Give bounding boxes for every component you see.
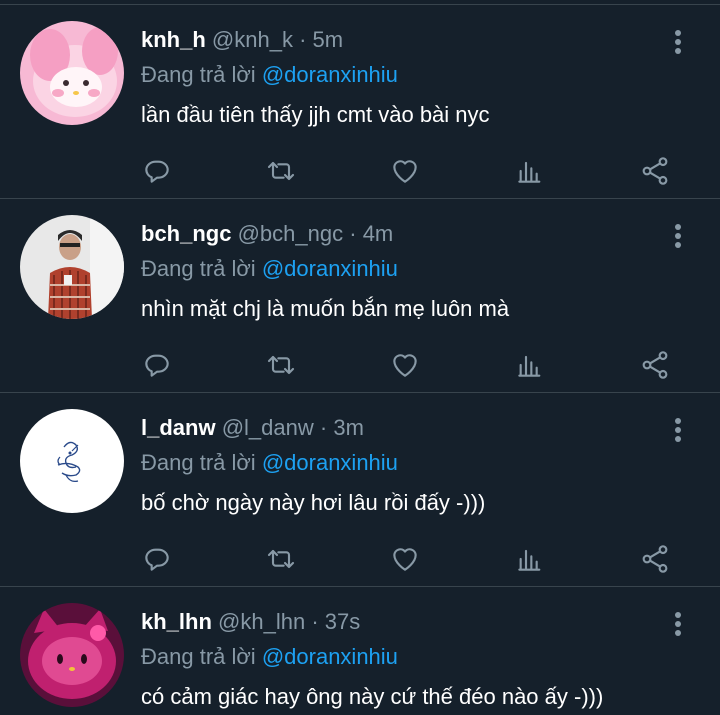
analytics-icon[interactable] [510, 345, 550, 385]
action-bar [137, 151, 677, 191]
replying-to: Đang trả lời @doranxinhiu [141, 60, 398, 90]
separator: · [311, 609, 319, 634]
separator: · [319, 415, 328, 440]
replying-to-label: Đang trả lời [141, 62, 256, 87]
tweet[interactable]: bch_ngc @bch_ngc · 4m Đang trả lời @dora… [0, 198, 720, 391]
separator: · [349, 221, 357, 246]
reply-icon[interactable] [137, 151, 177, 191]
analytics-icon[interactable] [510, 539, 550, 579]
tweet-header: kh_lhn @kh_lhn · 37s [141, 607, 360, 637]
display-name[interactable]: knh_h [141, 27, 206, 52]
mention-link[interactable]: @doranxinhiu [262, 256, 398, 281]
avatar[interactable] [20, 215, 124, 319]
share-icon[interactable] [635, 345, 675, 385]
separator: · [299, 27, 307, 52]
replying-to: Đang trả lời @doranxinhiu [141, 448, 398, 478]
tweet-text: bố chờ ngày này hơi lâu rồi đấy -))) [141, 490, 486, 515]
tweet-header: bch_ngc @bch_ngc · 4m [141, 219, 393, 249]
pink-kitty-avatar-image [20, 603, 124, 707]
avatar[interactable] [20, 21, 124, 125]
analytics-icon[interactable] [510, 151, 550, 191]
avatar[interactable] [20, 603, 124, 707]
timestamp[interactable]: 4m [363, 221, 394, 246]
pink-melody-avatar-image [20, 21, 124, 125]
tweet-text: có cảm giác hay ông này cứ thế đéo nào ấ… [141, 684, 604, 709]
sketch-avatar-image [20, 409, 124, 513]
share-icon[interactable] [635, 539, 675, 579]
handle[interactable]: @bch_ngc [238, 221, 344, 246]
replying-to: Đang trả lời @doranxinhiu [141, 642, 398, 672]
timestamp[interactable]: 5m [313, 27, 344, 52]
handle[interactable]: @knh_k [212, 27, 293, 52]
handle[interactable]: @l_danw [222, 415, 314, 440]
timestamp[interactable]: 3m [333, 415, 364, 440]
display-name[interactable]: kh_lhn [141, 609, 212, 634]
share-icon[interactable] [635, 151, 675, 191]
tweet[interactable]: knh_h @knh_k · 5m Đang trả lời @doranxin… [0, 4, 720, 197]
reply-feed: knh_h @knh_k · 5m Đang trả lời @doranxin… [0, 0, 720, 715]
retweet-icon[interactable] [261, 151, 301, 191]
tweet-text: nhìn mặt chj là muốn bắn mẹ luôn mà [141, 296, 510, 321]
tweet[interactable]: l_danw @l_danw · 3m Đang trả lời @doranx… [0, 392, 720, 585]
timestamp[interactable]: 37s [325, 609, 360, 634]
retweet-icon[interactable] [261, 345, 301, 385]
replying-to-label: Đang trả lời [141, 256, 256, 281]
reply-icon[interactable] [137, 539, 177, 579]
tweet[interactable]: kh_lhn @kh_lhn · 37s Đang trả lời @doran… [0, 586, 720, 715]
display-name[interactable]: bch_ngc [141, 221, 231, 246]
replying-to-label: Đang trả lời [141, 450, 256, 475]
tweet-text: lần đầu tiên thấy jjh cmt vào bài nyc [141, 102, 490, 127]
action-bar [137, 345, 677, 385]
like-icon[interactable] [385, 345, 425, 385]
reply-icon[interactable] [137, 345, 177, 385]
tweet-header: l_danw @l_danw · 3m [141, 413, 364, 443]
display-name[interactable]: l_danw [141, 415, 216, 440]
like-icon[interactable] [385, 539, 425, 579]
more-icon[interactable] [666, 609, 690, 639]
action-bar [137, 539, 677, 579]
replying-to-label: Đang trả lời [141, 644, 256, 669]
more-icon[interactable] [666, 415, 690, 445]
tweet-header: knh_h @knh_k · 5m [141, 25, 343, 55]
mention-link[interactable]: @doranxinhiu [262, 450, 398, 475]
replying-to: Đang trả lời @doranxinhiu [141, 254, 398, 284]
handle[interactable]: @kh_lhn [218, 609, 305, 634]
mention-link[interactable]: @doranxinhiu [262, 644, 398, 669]
avatar[interactable] [20, 409, 124, 513]
mention-link[interactable]: @doranxinhiu [262, 62, 398, 87]
like-icon[interactable] [385, 151, 425, 191]
more-icon[interactable] [666, 27, 690, 57]
photo-person-avatar-image [20, 215, 124, 319]
more-icon[interactable] [666, 221, 690, 251]
retweet-icon[interactable] [261, 539, 301, 579]
